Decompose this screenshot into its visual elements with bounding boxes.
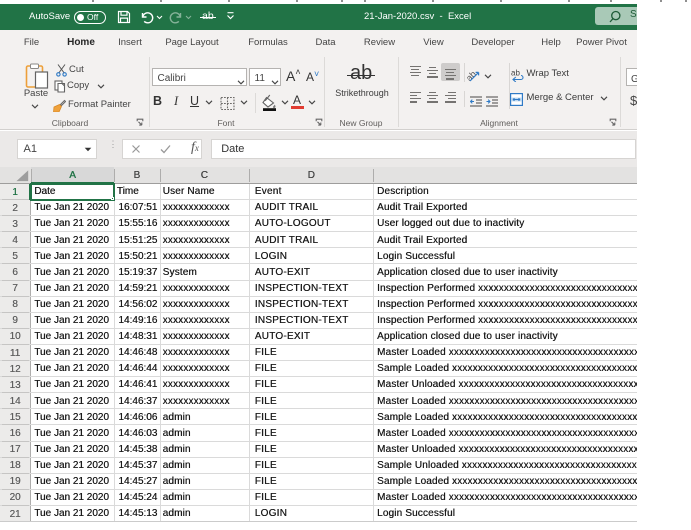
svg-text:ab: ab: [511, 69, 520, 78]
